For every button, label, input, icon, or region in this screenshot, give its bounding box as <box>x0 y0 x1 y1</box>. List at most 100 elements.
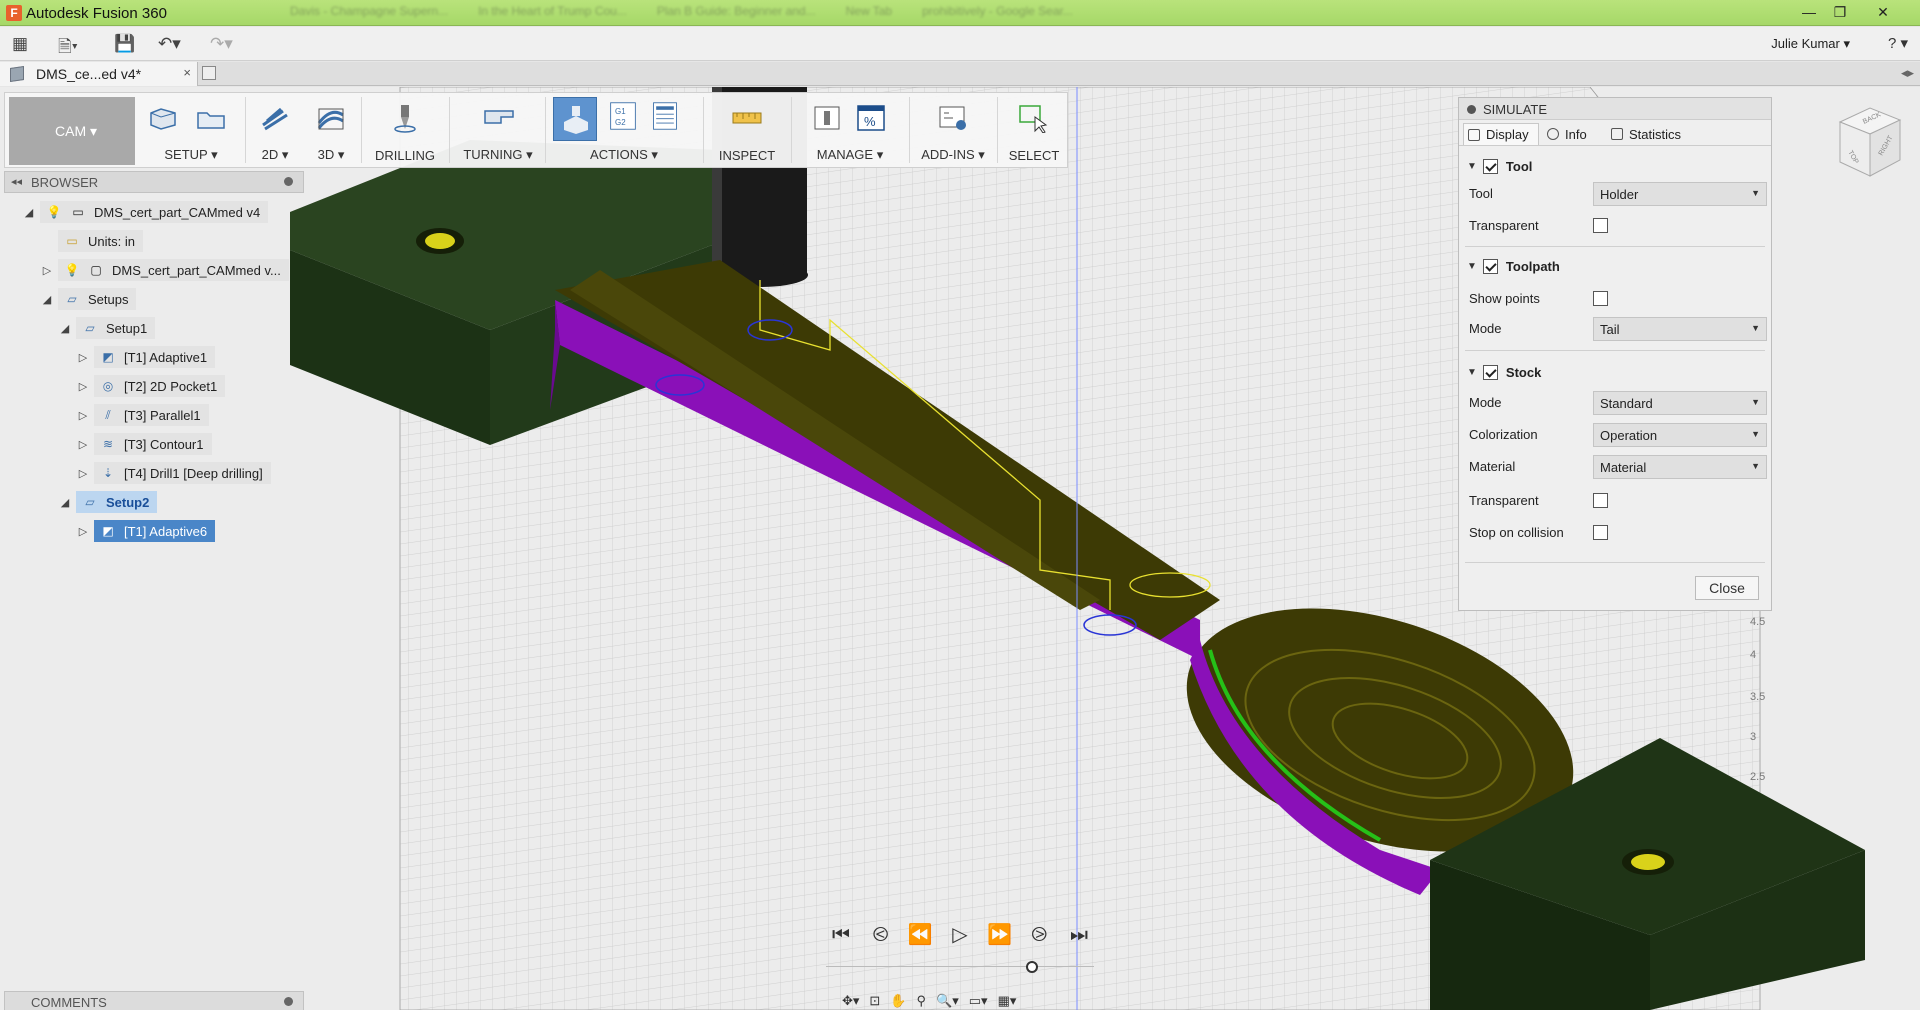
add-ins-menu[interactable]: ADD-INS ▾ <box>913 147 993 163</box>
2d-menu[interactable]: 2D ▾ <box>249 147 301 163</box>
play-icon[interactable]: ▷ <box>945 920 975 950</box>
previous-operation-icon[interactable]: ⧀ <box>866 920 896 950</box>
turning-icon[interactable] <box>483 103 515 133</box>
grid-settings-icon[interactable]: ▦▾ <box>998 993 1017 1009</box>
stock-section-header[interactable]: ▼ Stock <box>1467 360 1763 384</box>
tree-operation-contour1[interactable]: ▷ ≋ [T3] Contour1 <box>76 432 212 456</box>
help-icon[interactable]: ? ▾ <box>1888 34 1908 52</box>
redo-icon[interactable]: ↷▾ <box>210 34 233 54</box>
collapse-browser-icon[interactable]: ◂◂ <box>11 175 22 188</box>
colorization-dropdown[interactable]: Operation ▼ <box>1593 423 1767 447</box>
view-cube[interactable]: BACK TOP RIGHT <box>1826 100 1906 180</box>
simulation-timeline-handle[interactable] <box>1026 961 1038 973</box>
lightbulb-icon[interactable]: 💡 <box>46 205 62 219</box>
tree-operation-adaptive6[interactable]: ▷ ◩ [T1] Adaptive6 <box>76 519 216 543</box>
step-forward-icon[interactable]: ⏩ <box>985 920 1015 950</box>
expand-icon[interactable]: ▷ <box>76 467 90 480</box>
turning-group[interactable]: TURNING ▾ <box>453 93 543 169</box>
section-collapse-icon[interactable]: ▼ <box>1467 261 1477 272</box>
expand-collapse-icon[interactable]: ◢ <box>40 293 54 306</box>
3d-group[interactable]: 3D ▾ <box>305 93 357 169</box>
expand-collapse-icon[interactable]: ◢ <box>58 322 72 335</box>
section-collapse-icon[interactable]: ▼ <box>1467 161 1477 172</box>
expand-collapse-icon[interactable]: ◢ <box>58 496 72 509</box>
go-to-end-icon[interactable]: ⏭ <box>1064 920 1094 950</box>
setup-group[interactable]: SETUP ▾ <box>141 93 241 169</box>
select-menu[interactable]: SELECT <box>1001 148 1067 163</box>
tree-operation-parallel1[interactable]: ▷ ⫽ [T3] Parallel1 <box>76 403 209 427</box>
workspace-switcher[interactable]: CAM ▾ <box>9 97 135 165</box>
tool-library-icon[interactable] <box>811 103 843 133</box>
document-tab[interactable]: DMS_ce...ed v4* × <box>0 62 198 86</box>
simulation-timeline-track[interactable] <box>826 966 1094 967</box>
drill-icon[interactable] <box>389 103 421 133</box>
inspect-group[interactable]: INSPECT <box>707 93 787 169</box>
tab-statistics[interactable]: Statistics <box>1607 123 1703 145</box>
tree-setups[interactable]: ◢ ▱ Setups <box>40 287 137 311</box>
select-cursor-icon[interactable] <box>1017 103 1049 133</box>
expand-icon[interactable]: ▷ <box>76 409 90 422</box>
inspect-button[interactable]: INSPECT <box>707 148 787 163</box>
section-collapse-icon[interactable]: ▼ <box>1467 367 1477 378</box>
expand-icon[interactable]: ▷ <box>76 351 90 364</box>
drilling-group[interactable]: DRILLING <box>365 93 445 169</box>
save-icon[interactable]: 💾 <box>114 34 135 54</box>
comments-add-icon[interactable] <box>284 997 293 1006</box>
look-at-icon[interactable]: ⊡ <box>869 993 880 1009</box>
setup-sheet-icon[interactable] <box>649 101 681 131</box>
maximize-button[interactable]: ❐ <box>1825 2 1855 22</box>
3d-milling-icon[interactable] <box>315 103 347 133</box>
templates-icon[interactable]: % <box>855 103 887 133</box>
stop-on-collision-checkbox[interactable] <box>1593 525 1608 540</box>
select-group[interactable]: SELECT <box>1001 93 1067 169</box>
file-menu-icon[interactable]: 🗎▾ <box>58 34 78 63</box>
window-close-button[interactable]: ✕ <box>1868 2 1898 22</box>
add-ins-group[interactable]: ADD-INS ▾ <box>913 93 993 169</box>
tab-info[interactable]: Info <box>1543 123 1603 145</box>
manage-group[interactable]: % MANAGE ▾ <box>795 93 905 169</box>
setup-folder-icon[interactable] <box>195 103 227 133</box>
tree-units[interactable]: ▭ Units: in <box>58 229 143 253</box>
tool-transparent-checkbox[interactable] <box>1593 218 1608 233</box>
new-setup-icon[interactable] <box>147 103 179 133</box>
tree-root-document[interactable]: ◢ 💡 ▭ DMS_cert_part_CAMmed v4 <box>22 200 269 224</box>
next-operation-icon[interactable]: ⧁ <box>1024 920 1054 950</box>
tree-model[interactable]: ▷ 💡 ▢ DMS_cert_part_CAMmed v... <box>40 258 289 282</box>
document-tab-close-icon[interactable]: × <box>183 65 191 80</box>
tool-visible-checkbox[interactable] <box>1482 158 1498 174</box>
post-process-g1g2-icon[interactable]: G1G2 <box>607 101 639 131</box>
toolpath-mode-dropdown[interactable]: Tail ▼ <box>1593 317 1767 341</box>
3d-menu[interactable]: 3D ▾ <box>305 147 357 163</box>
2d-milling-icon[interactable] <box>259 103 291 133</box>
tab-scroll-icon[interactable]: ◂▸ <box>1901 65 1914 81</box>
simulate-button[interactable] <box>553 97 597 141</box>
2d-group[interactable]: 2D ▾ <box>249 93 301 169</box>
expand-icon[interactable]: ▷ <box>76 525 90 538</box>
browser-header[interactable]: ◂◂ BROWSER <box>4 171 304 193</box>
expand-icon[interactable]: ▷ <box>76 438 90 451</box>
tree-operation-2d-pocket1[interactable]: ▷ ◎ [T2] 2D Pocket1 <box>76 374 226 398</box>
toolpath-section-header[interactable]: ▼ Toolpath <box>1467 254 1763 278</box>
minimize-button[interactable]: — <box>1794 2 1824 22</box>
lightbulb-icon[interactable]: 💡 <box>64 263 80 277</box>
step-back-icon[interactable]: ⏪ <box>905 920 935 950</box>
measure-icon[interactable] <box>731 103 763 133</box>
panel-collapse-icon[interactable] <box>1467 105 1476 114</box>
tree-operation-adaptive1[interactable]: ▷ ◩ [T1] Adaptive1 <box>76 345 216 369</box>
tree-setup1[interactable]: ◢ ▱ Setup1 <box>58 316 156 340</box>
display-settings-icon[interactable]: ▭▾ <box>969 993 988 1009</box>
expand-icon[interactable]: ▷ <box>40 264 54 277</box>
show-points-checkbox[interactable] <box>1593 291 1608 306</box>
go-to-start-icon[interactable]: ⏮ <box>826 920 856 950</box>
drilling-button[interactable]: DRILLING <box>365 148 445 163</box>
tree-operation-drill1[interactable]: ▷ ⇣ [T4] Drill1 [Deep drilling] <box>76 461 271 485</box>
new-tab-icon[interactable] <box>202 66 216 80</box>
tool-section-header[interactable]: ▼ Tool <box>1467 154 1763 178</box>
undo-icon[interactable]: ↶▾ <box>158 34 181 54</box>
comments-panel-header[interactable]: COMMENTS <box>4 991 304 1010</box>
close-button[interactable]: Close <box>1695 576 1759 600</box>
actions-menu[interactable]: ACTIONS ▾ <box>549 147 699 163</box>
expand-icon[interactable]: ▷ <box>76 380 90 393</box>
stock-transparent-checkbox[interactable] <box>1593 493 1608 508</box>
scripts-addins-icon[interactable] <box>937 103 969 133</box>
